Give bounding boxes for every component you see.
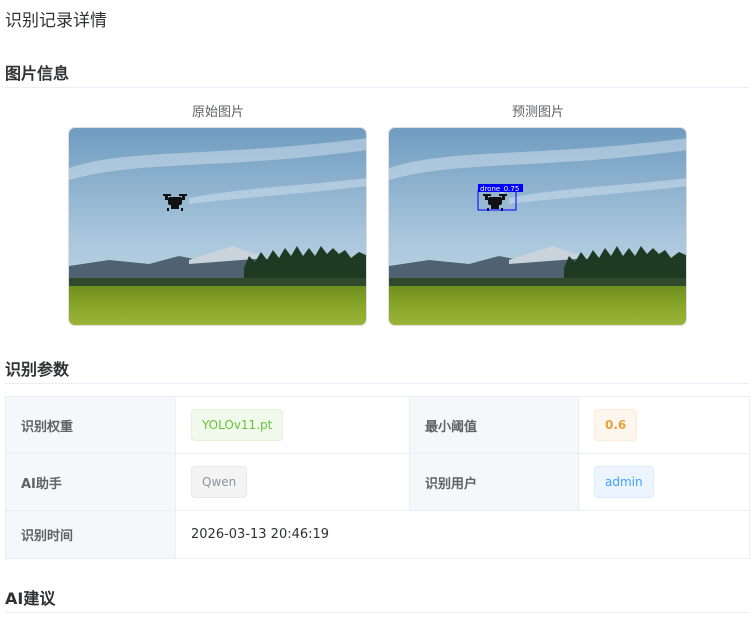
user-value-cell: admin <box>578 453 750 511</box>
threshold-tag: 0.6 <box>594 409 638 441</box>
section-title-image-info: 图片信息 <box>5 64 70 83</box>
original-image[interactable] <box>68 127 367 326</box>
predicted-image-scene: drone_0.75 <box>389 128 686 325</box>
time-value: 2026-03-13 20:46:19 <box>191 527 330 542</box>
section-title-params: 识别参数 <box>5 360 70 379</box>
weight-label: 识别权重 <box>5 396 176 454</box>
assistant-value-cell: Qwen <box>175 453 410 511</box>
params-table: 识别权重 YOLOv11.pt 最小阈值 0.6 AI助手 Qwen 识别用户 … <box>5 396 750 559</box>
original-image-caption: 原始图片 <box>191 105 244 120</box>
predicted-image-caption: 预测图片 <box>511 105 564 120</box>
section-divider <box>5 383 749 384</box>
weight-tag: YOLOv11.pt <box>191 409 284 441</box>
time-value-cell: 2026-03-13 20:46:19 <box>175 510 750 559</box>
params-row: AI助手 Qwen 识别用户 admin <box>5 453 750 511</box>
params-row: 识别时间 2026-03-13 20:46:19 <box>5 510 750 559</box>
user-tag: admin <box>594 466 654 498</box>
weight-value-cell: YOLOv11.pt <box>175 396 410 454</box>
page-title: 识别记录详情 <box>5 11 107 31</box>
params-row: 识别权重 YOLOv11.pt 最小阈值 0.6 <box>5 396 750 454</box>
threshold-value-cell: 0.6 <box>578 396 750 454</box>
section-divider <box>5 87 749 88</box>
section-title-ai-advice: AI建议 <box>5 589 56 608</box>
time-label: 识别时间 <box>5 510 176 559</box>
original-image-scene <box>69 128 366 325</box>
assistant-label: AI助手 <box>5 453 176 511</box>
section-divider <box>5 612 749 613</box>
assistant-tag: Qwen <box>191 466 248 498</box>
detection-label: drone_0.75 <box>480 185 519 193</box>
predicted-image[interactable]: drone_0.75 <box>388 127 687 326</box>
threshold-label: 最小阈值 <box>409 396 579 454</box>
user-label: 识别用户 <box>409 453 579 511</box>
